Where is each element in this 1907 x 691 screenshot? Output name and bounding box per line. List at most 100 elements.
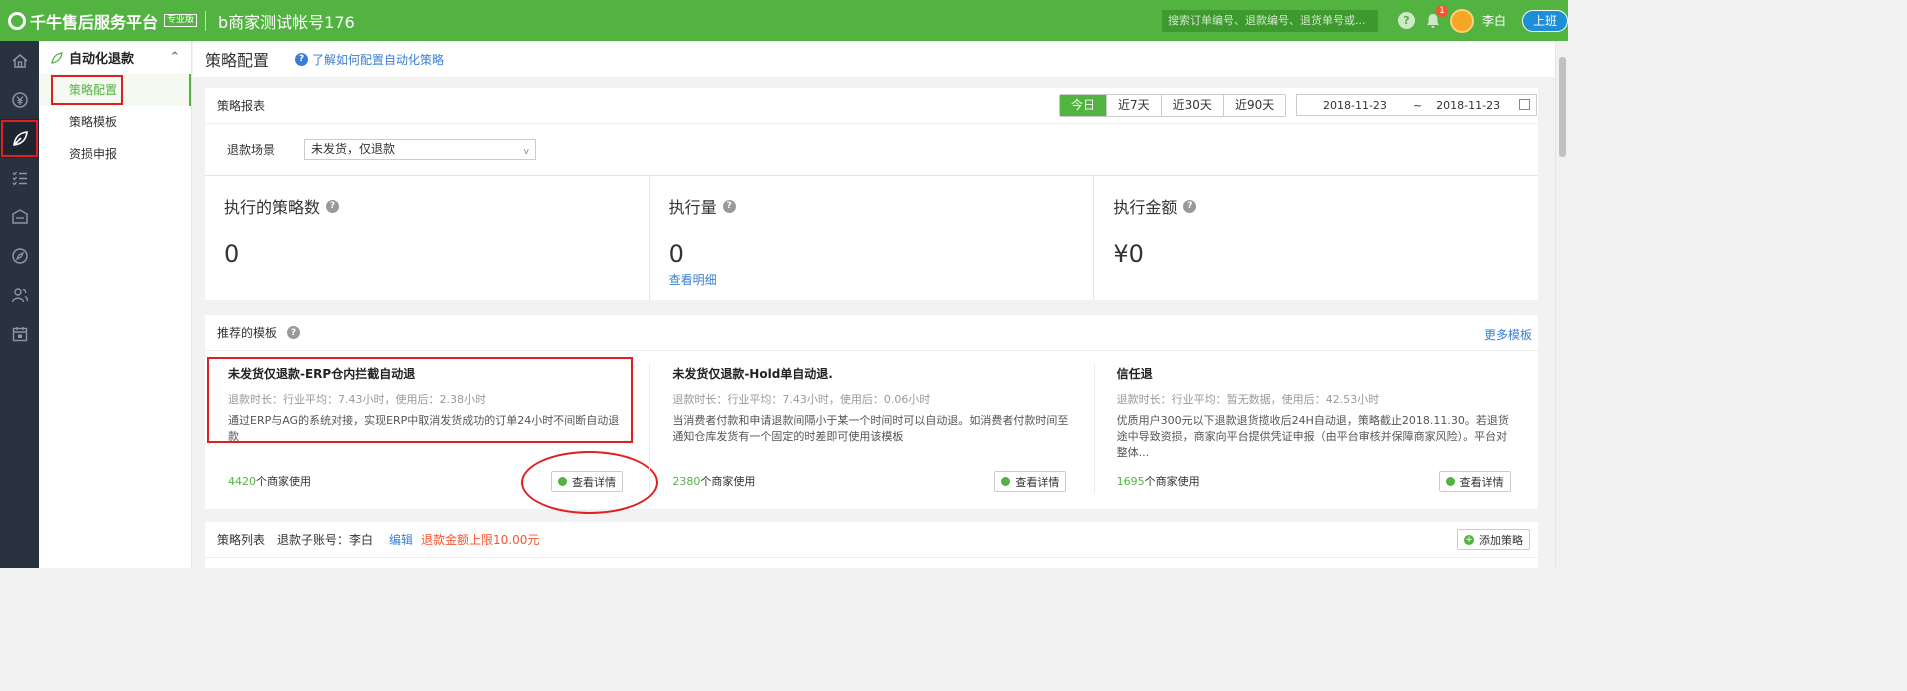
home-icon[interactable] — [0, 41, 39, 80]
stats-row: 执行的策略数? 0 执行量? 0 查看明细 执行金额? ¥0 — [205, 176, 1538, 300]
template-meta: 退款时长：行业平均：暂无数据，使用后：42.53小时 — [1116, 393, 1380, 406]
stat-value: 0 — [668, 240, 684, 268]
list-icon[interactable] — [0, 158, 39, 197]
page-title: 策略配置 — [205, 51, 270, 70]
chevron-down-icon: v — [523, 147, 529, 157]
stat-execution-amount: 执行金额? ¥0 — [1094, 176, 1538, 300]
eye-icon — [558, 477, 567, 486]
ticket-icon[interactable] — [0, 197, 39, 236]
stat-title: 执行金额 — [1113, 198, 1178, 217]
leaf-icon — [51, 51, 63, 64]
template-meta: 退款时长：行业平均：7.43小时，使用后：0.06小时 — [672, 393, 931, 406]
date-range-picker[interactable]: 2018-11-23 ~ 2018-11-23 — [1296, 94, 1537, 116]
add-strategy-label: 添加策略 — [1479, 533, 1523, 547]
refund-scene-select[interactable]: 未发货，仅退款 v — [304, 139, 536, 160]
subnav-group-auto-refund[interactable]: 自动化退款 ^ — [39, 41, 191, 74]
vertical-scrollbar[interactable] — [1555, 41, 1568, 568]
usage-suffix: 个商家使用 — [1144, 475, 1200, 488]
icon-sidebar — [0, 41, 39, 568]
logo[interactable]: 千牛售后服务平台 专业版 — [0, 9, 205, 33]
template-card: 未发货仅退款-ERP仓内拦截自动退 退款时长：行业平均：7.43小时，使用后：2… — [205, 351, 658, 514]
help-link[interactable]: ? 了解如何配置自动化策略 — [295, 51, 444, 68]
stat-strategy-count: 执行的策略数? 0 — [205, 176, 650, 300]
date-start: 2018-11-23 — [1323, 98, 1387, 112]
refund-scene-label: 退款场景 — [227, 143, 276, 157]
eye-icon — [1445, 477, 1455, 486]
template-usage: 2380个商家使用 — [672, 473, 755, 489]
range-7d-button[interactable]: 近7天 — [1107, 95, 1162, 116]
money-icon[interactable] — [0, 80, 39, 119]
subnav-header-label: 自动化退款 — [69, 52, 135, 67]
template-description: 优质用户300元以下退款退货揽收后24H自动退，策略截止2018.11.30。若… — [1116, 414, 1509, 459]
strategy-list-card: 策略列表 退款子账号：李白 编辑 退款金额上限10.00元 + 添加策略 — [205, 522, 1538, 568]
edit-link[interactable]: 编辑 — [389, 531, 413, 548]
strategy-list-header: 策略列表 退款子账号：李白 编辑 退款金额上限10.00元 + 添加策略 — [205, 522, 1538, 558]
range-30d-button[interactable]: 近30天 — [1161, 95, 1224, 116]
report-title: 策略报表 — [217, 99, 266, 113]
view-details-button[interactable]: 查看详情 — [1438, 471, 1511, 492]
question-icon: ? — [295, 52, 309, 66]
user-name[interactable]: 李白 — [1482, 12, 1506, 29]
view-details-link[interactable]: 查看明细 — [669, 271, 1094, 288]
strategy-report-card: 策略报表 今日 近7天 近30天 近90天 2018-11-23 ~ 2018-… — [205, 88, 1538, 300]
notification-bell-icon[interactable]: 1 — [1424, 4, 1448, 30]
templates-title: 推荐的模板 — [217, 326, 278, 340]
help-icon[interactable]: ? — [1183, 199, 1197, 213]
stat-value: 0 — [224, 240, 240, 268]
work-status-button[interactable]: 上班 — [1522, 9, 1568, 32]
template-list: 未发货仅退款-ERP仓内拦截自动退 退款时长：行业平均：7.43小时，使用后：2… — [205, 351, 1538, 514]
view-details-button[interactable]: 查看详情 — [994, 471, 1067, 492]
recommended-templates-card: 推荐的模板 ? 更多模板 未发货仅退款-ERP仓内拦截自动退 退款时长：行业平均… — [205, 315, 1538, 514]
notification-count-badge: 1 — [1435, 4, 1448, 17]
users-icon[interactable] — [0, 275, 39, 314]
view-details-button[interactable]: 查看详情 — [551, 471, 623, 492]
scrollbar-thumb[interactable] — [1559, 57, 1566, 157]
account-title: b商家测试帐号176 — [218, 12, 355, 32]
date-separator: ~ — [1412, 98, 1423, 112]
usage-count: 1695 — [1116, 475, 1145, 488]
search-input[interactable]: 搜索订单编号、退款编号、退货单号或... — [1161, 9, 1378, 32]
calendar-icon[interactable] — [0, 314, 39, 353]
usage-suffix: 个商家使用 — [256, 475, 311, 488]
range-90d-button[interactable]: 近90天 — [1223, 95, 1286, 116]
subnav-item-strategy-config[interactable]: 策略配置 — [39, 74, 191, 106]
calendar-icon — [1519, 99, 1530, 110]
help-icon[interactable]: ? — [722, 199, 736, 213]
template-title: 未发货仅退款-ERP仓内拦截自动退 — [228, 367, 416, 381]
sub-navigation: 自动化退款 ^ 策略配置 策略模板 资损申报 — [39, 41, 192, 568]
help-icon[interactable]: ? — [1397, 12, 1415, 29]
stat-execution-count: 执行量? 0 查看明细 — [650, 176, 1095, 300]
template-description: 当消费者付款和申请退款间隔小于某一个时间时可以自动退。如消费者付款时间至通知仓库… — [672, 414, 1069, 443]
page-header: 策略配置 ? 了解如何配置自动化策略 — [193, 41, 1555, 77]
subnav-item-strategy-template[interactable]: 策略模板 — [39, 106, 191, 138]
template-meta: 退款时长：行业平均：7.43小时，使用后：2.38小时 — [228, 393, 486, 406]
leaf-icon[interactable] — [0, 119, 39, 158]
eye-icon — [1001, 477, 1011, 486]
templates-header: 推荐的模板 ? 更多模板 — [205, 315, 1538, 351]
more-templates-link[interactable]: 更多模板 — [1484, 326, 1532, 343]
plus-icon: + — [1464, 534, 1474, 545]
template-description: 通过ERP与AG的系统对接，实现ERP中取消发货成功的订单24小时不间断自动退款 — [228, 414, 620, 443]
report-header: 策略报表 今日 近7天 近30天 近90天 2018-11-23 ~ 2018-… — [205, 88, 1538, 124]
avatar[interactable] — [1449, 8, 1474, 33]
refund-limit: 退款金额上限10.00元 — [421, 533, 540, 547]
usage-count: 4420 — [228, 475, 256, 488]
template-usage: 4420个商家使用 — [228, 473, 311, 489]
help-icon[interactable]: ? — [287, 326, 301, 339]
template-card: 信任退 退款时长：行业平均：暂无数据，使用后：42.53小时 优质用户300元以… — [1093, 351, 1538, 508]
template-card: 未发货仅退款-Hold单自动退. 退款时长：行业平均：7.43小时，使用后：0.… — [649, 351, 1093, 508]
help-icon[interactable]: ? — [326, 199, 340, 213]
refund-scene-row: 退款场景 未发货，仅退款 v — [205, 124, 1538, 176]
logo-text: 千牛售后服务平台 — [30, 12, 159, 32]
topbar-divider — [205, 10, 206, 31]
add-strategy-button[interactable]: + 添加策略 — [1457, 529, 1530, 550]
template-title: 未发货仅退款-Hold单自动退. — [672, 367, 833, 381]
chevron-up-icon[interactable]: ^ — [171, 51, 179, 62]
compass-icon[interactable] — [0, 236, 39, 275]
help-link-text: 了解如何配置自动化策略 — [312, 52, 445, 67]
template-title: 信任退 — [1116, 367, 1153, 381]
highlight-annotation — [51, 75, 123, 105]
subnav-item-loss-report[interactable]: 资损申报 — [39, 138, 191, 170]
range-today-button[interactable]: 今日 — [1060, 95, 1108, 116]
usage-count: 2380 — [672, 475, 701, 488]
